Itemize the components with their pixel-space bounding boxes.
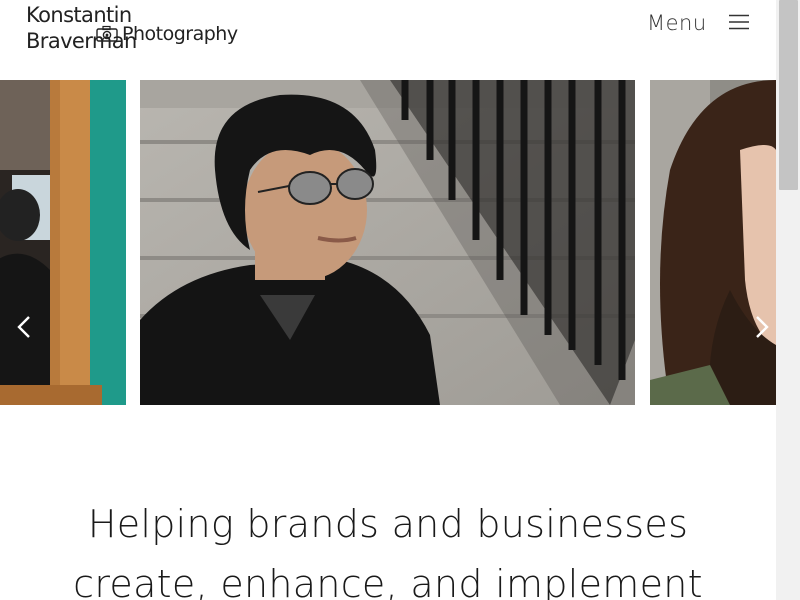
menu-button[interactable]: Menu: [640, 6, 760, 40]
slide-current-photo: [140, 80, 635, 405]
page: Konstantin Braverman Photography Menu He…: [0, 0, 776, 600]
scrollbar-thumb[interactable]: [779, 0, 798, 190]
hamburger-icon: [729, 14, 749, 30]
page-scrollbar[interactable]: [776, 0, 800, 600]
carousel-slide-previous[interactable]: [0, 80, 126, 405]
hero-headline: Helping brands and businesses create, en…: [0, 494, 776, 600]
slide-next-photo: [650, 80, 776, 405]
logo-tagline: Photography: [122, 23, 238, 45]
chevron-left-icon[interactable]: [14, 312, 36, 342]
site-logo[interactable]: Konstantin Braverman Photography: [26, 2, 238, 53]
camera-icon: [96, 25, 118, 42]
carousel-slide-current[interactable]: [140, 80, 635, 405]
hero-line-2: create, enhance, and implement: [73, 562, 703, 600]
menu-label: Menu: [647, 11, 707, 35]
slide-previous-photo: [0, 80, 126, 405]
hero-line-1: Helping brands and businesses: [87, 502, 689, 546]
carousel-slide-next[interactable]: [650, 80, 776, 405]
chevron-right-icon[interactable]: [750, 312, 772, 342]
image-carousel[interactable]: [0, 80, 776, 405]
